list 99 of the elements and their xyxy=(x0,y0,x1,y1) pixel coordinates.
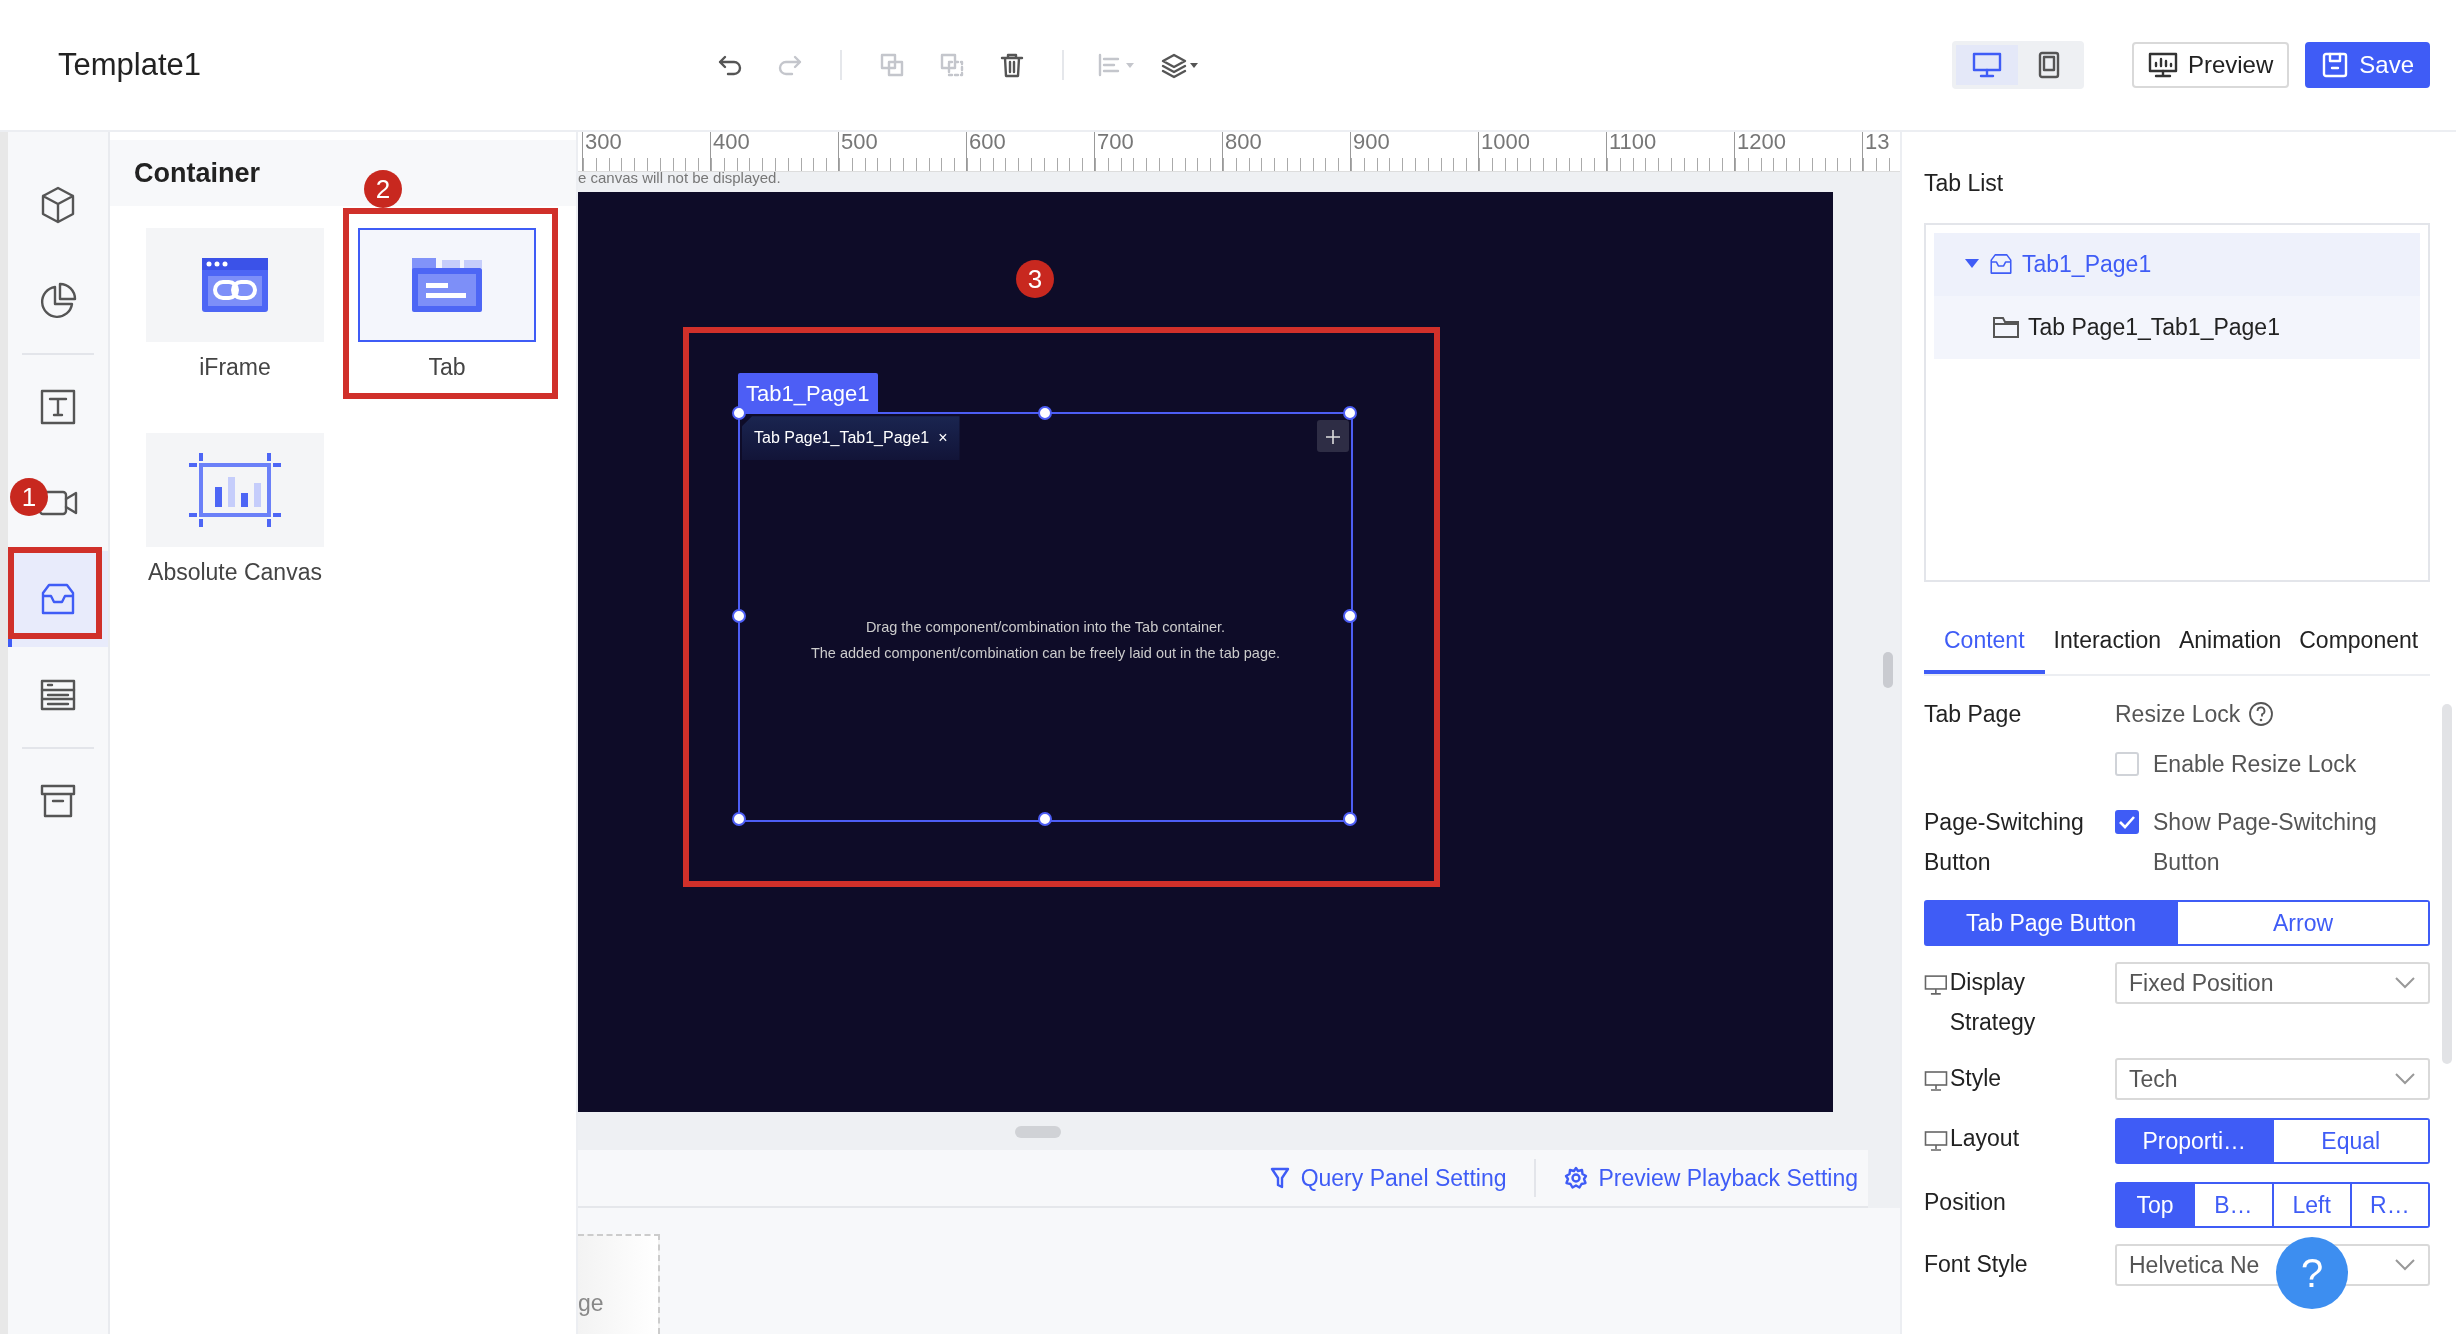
help-icon xyxy=(2248,700,2275,727)
segment-option[interactable]: Proporti… xyxy=(2117,1119,2272,1162)
component-label: iFrame xyxy=(199,353,271,382)
component-card[interactable] xyxy=(146,432,324,547)
ruler-label: 400 xyxy=(713,132,750,154)
caret-icon xyxy=(1964,258,1980,270)
page-card-label: ge xyxy=(578,1288,604,1318)
pie-chart-icon xyxy=(38,281,78,321)
ruler-label: 13 xyxy=(1865,132,1890,154)
property-tab[interactable]: Content xyxy=(1924,607,2045,674)
field-label: Style xyxy=(1950,1063,2002,1093)
ruler-label: 600 xyxy=(969,132,1006,154)
segment-option[interactable]: Tab Page Button xyxy=(1926,901,2176,944)
component-card[interactable] xyxy=(146,228,324,342)
scroll-handle[interactable] xyxy=(1883,652,1893,689)
chevron-down-icon xyxy=(2394,1071,2416,1086)
preview-button[interactable]: Preview xyxy=(2131,42,2290,88)
chevron-down-icon xyxy=(2394,975,2416,990)
checkbox[interactable] xyxy=(2115,809,2139,834)
add-tab-button[interactable] xyxy=(1317,420,1349,453)
ruler-label: 1200 xyxy=(1737,132,1786,154)
help-button[interactable]: ? xyxy=(2276,1237,2348,1309)
segment-option[interactable]: Equal xyxy=(2271,1119,2428,1162)
tablet-icon xyxy=(2036,51,2061,79)
scroll-handle[interactable] xyxy=(1015,1126,1061,1139)
ruler-label: 800 xyxy=(1225,132,1262,154)
segment-option[interactable]: Arrow xyxy=(2176,901,2428,944)
component-name-tag: Tab1_Page1 xyxy=(738,373,878,415)
property-tab[interactable]: Component xyxy=(2290,607,2428,674)
resize-handle[interactable] xyxy=(1343,609,1357,624)
hint-text: Drag the component/combination into the Tab container. xyxy=(865,619,1226,636)
query-panel-link[interactable]: Query Panel Setting xyxy=(1262,1159,1513,1197)
field-label: Layout xyxy=(1950,1123,2020,1153)
hint-text: The added component/combination can be freely laid out in the tab page. xyxy=(810,645,1281,662)
resize-handle[interactable] xyxy=(732,406,746,421)
component-label: Absolute Canvas xyxy=(148,557,322,587)
tab-page-tab[interactable]: Tab Page1_Tab1_Page1 × xyxy=(742,416,960,461)
layers-icon xyxy=(1160,51,1200,79)
checkbox-label: Enable Resize Lock xyxy=(2153,749,2357,779)
tree-item[interactable]: Tab1_Page1 xyxy=(1934,232,2420,296)
folder-icon xyxy=(1992,315,2020,339)
component-card[interactable] xyxy=(358,228,536,342)
save-button[interactable]: Save xyxy=(2305,42,2430,88)
field-label: Position xyxy=(1924,1187,2006,1217)
resize-handle[interactable] xyxy=(1037,812,1052,827)
component-label: Tab xyxy=(428,353,466,382)
resize-handle[interactable] xyxy=(732,609,746,624)
tree-item[interactable]: Tab Page1_Tab1_Page1 xyxy=(1934,295,2420,359)
ruler-label: 300 xyxy=(585,132,622,154)
canvas-notice: e canvas will not be displayed. xyxy=(578,172,781,187)
copy-icon xyxy=(878,51,906,79)
field-label: Page-Switching Button xyxy=(1924,807,2085,877)
gear-icon xyxy=(1564,1165,1589,1190)
annotation-number: 3 xyxy=(1016,260,1054,299)
annotation-number: 1 xyxy=(10,478,48,516)
resize-handle[interactable] xyxy=(1037,406,1052,421)
field-title: Resize Lock xyxy=(2115,699,2241,729)
field-label: Display Strategy xyxy=(1949,967,2037,1037)
resize-handle[interactable] xyxy=(1343,406,1357,421)
field-label: Font Style xyxy=(1924,1249,2028,1279)
text-box-icon xyxy=(38,387,78,427)
property-tab[interactable]: Animation xyxy=(2169,607,2291,674)
filter-icon xyxy=(1268,1165,1291,1190)
checkbox-label: Show Page-Switching Button xyxy=(2153,807,2378,877)
inbox-icon xyxy=(1988,251,2014,277)
ruler-label: 1000 xyxy=(1481,132,1530,154)
resize-handle[interactable] xyxy=(1343,812,1357,827)
property-tab[interactable]: Interaction xyxy=(2044,607,2170,674)
panel-title: Container xyxy=(134,156,260,190)
delete-icon xyxy=(998,51,1026,79)
canvas-chart-icon xyxy=(187,450,283,529)
template-title: Template1 xyxy=(58,45,203,84)
segment-option[interactable]: Top xyxy=(2117,1183,2194,1226)
dropdown-value: Fixed Position xyxy=(2129,968,2274,998)
dropdown-value: Helvetica Ne xyxy=(2129,1250,2260,1280)
dropdown[interactable]: Fixed Position xyxy=(2115,961,2430,1004)
scrollbar[interactable] xyxy=(2442,704,2452,1064)
desktop-view-button[interactable] xyxy=(1955,45,2018,85)
paste-icon xyxy=(938,51,966,79)
dropdown-value: Tech xyxy=(2129,1064,2178,1094)
tab-container-icon xyxy=(410,256,484,314)
ruler-label: 500 xyxy=(841,132,878,154)
ruler-label: 700 xyxy=(1097,132,1134,154)
resize-handle[interactable] xyxy=(732,812,746,827)
ruler-label: 900 xyxy=(1353,132,1390,154)
dropdown[interactable]: Tech xyxy=(2115,1057,2430,1100)
save-icon xyxy=(2321,51,2350,79)
section-title: Tab List xyxy=(1924,170,2004,196)
plus-icon xyxy=(1325,429,1341,446)
monitor-icon xyxy=(2147,52,2178,78)
desktop-icon xyxy=(1971,52,2002,78)
ruler-label: 1100 xyxy=(1609,132,1657,154)
playback-setting-link[interactable]: Preview Playback Setting xyxy=(1558,1159,1864,1197)
chevron-down-icon xyxy=(2394,1257,2416,1272)
align-icon xyxy=(1096,51,1136,79)
field-label: Tab Page xyxy=(1924,699,2022,729)
segment-option[interactable]: R… xyxy=(2349,1183,2428,1226)
check-icon xyxy=(2118,814,2136,829)
browser-link-icon xyxy=(200,256,270,314)
